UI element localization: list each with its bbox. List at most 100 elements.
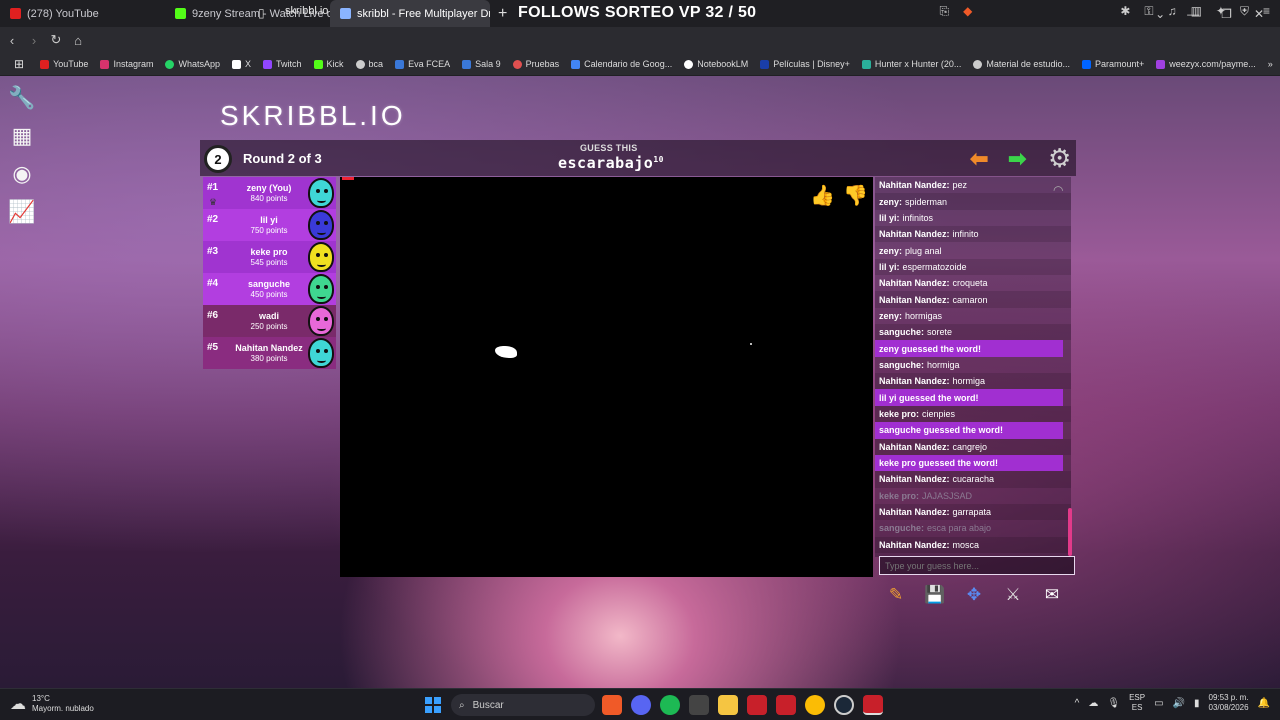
menu-icon[interactable]: ≡ (1263, 4, 1270, 19)
notification-icon[interactable]: 🔔 (1258, 698, 1270, 709)
skribbl-logo: SKRIBBL.IO (220, 100, 406, 131)
music-icon[interactable]: ♫ (1168, 4, 1177, 19)
bookmark-instagram[interactable]: Instagram (94, 59, 159, 69)
swords-icon[interactable]: ⚔ (1002, 584, 1024, 606)
weather-widget[interactable]: ☁ 13°C Mayorm. nublado (10, 694, 94, 714)
chat-message: zeny: hormigas (875, 308, 1071, 324)
avatar-customize-icon[interactable]: ▦ (8, 122, 36, 150)
chevron-up-icon[interactable]: ^ (1075, 698, 1080, 709)
translate-icon[interactable]: ⎘ (940, 4, 950, 19)
bookmark-material[interactable]: Material de estudio... (967, 59, 1076, 69)
url-field[interactable]: skribbl.io (285, 5, 328, 17)
brave-shield-icon[interactable]: ◆ (963, 4, 972, 19)
back-icon[interactable]: ‹ (2, 33, 22, 48)
mail-icon[interactable]: ✉ (1041, 584, 1063, 606)
chat-text: mosca (952, 539, 980, 550)
chat-message: Nahitan Nandez: cucaracha (875, 471, 1071, 488)
reload-icon[interactable]: ↻ (46, 32, 66, 48)
chrome-app-icon[interactable] (805, 695, 825, 715)
chat-text: cangrejo (952, 441, 988, 452)
bookmark-whatsapp[interactable]: WhatsApp (159, 59, 226, 69)
mic-icon[interactable]: 🎙 (1107, 698, 1120, 709)
volume-icon[interactable]: 🔊 (1173, 698, 1185, 709)
start-button[interactable] (425, 697, 441, 713)
player-row[interactable]: #6 wadi 250 points (203, 305, 336, 337)
bookmark-pruebas[interactable]: Pruebas (507, 59, 566, 69)
chat-message: sanguche guessed the word! (875, 422, 1063, 439)
home-icon[interactable]: ⌂ (68, 33, 88, 48)
language-indicator[interactable]: ESP ES (1129, 693, 1145, 713)
bookmark-icon[interactable]: ▯ (258, 6, 265, 20)
player-row[interactable]: #1 zeny (You) 840 points ♛ (203, 177, 336, 209)
app-red2-icon[interactable] (776, 695, 796, 715)
more-bookmarks-icon[interactable]: » (1262, 59, 1280, 69)
app-obs-icon[interactable] (863, 695, 883, 715)
epic-app-icon[interactable] (689, 695, 709, 715)
apps-icon[interactable]: ⊞ (8, 57, 34, 71)
bookmark-eva-fcea[interactable]: Eva FCEA (389, 59, 456, 69)
eye-icon[interactable]: ◉ (8, 160, 36, 188)
steam-app-icon[interactable] (834, 695, 854, 715)
forward-icon[interactable]: › (24, 33, 44, 48)
battery-icon[interactable]: ▮ (1194, 698, 1200, 709)
bookmark-notebooklm[interactable]: NotebookLM (678, 59, 754, 69)
monitor-icon[interactable]: ▭ (1154, 698, 1163, 709)
chat-username: Nahitan Nandez: (879, 278, 950, 289)
thumbs-down-icon[interactable]: 👎 (843, 183, 868, 208)
wrench-icon[interactable]: 🔧 (8, 84, 36, 112)
player-row[interactable]: #5 Nahitan Nandez 380 points (203, 337, 336, 369)
discord-app-icon[interactable] (631, 695, 651, 715)
bookmark-x[interactable]: X (226, 59, 257, 69)
gear-icon[interactable]: ⚙ (1048, 143, 1071, 174)
tools-icon[interactable]: ✥ (963, 584, 985, 606)
spotify-app-icon[interactable] (660, 695, 680, 715)
tab-youtube[interactable]: (278) YouTube (0, 0, 165, 27)
chat-message: sanguche: esca para abajo (875, 520, 1071, 536)
bookmark-sala9[interactable]: Sala 9 (456, 59, 507, 69)
player-list: #1 zeny (You) 840 points ♛ #2 lil yi 750… (203, 177, 336, 369)
player-row[interactable]: #4 sanguche 450 points (203, 273, 336, 305)
taskbar-search[interactable]: ⌕ Buscar (451, 694, 595, 716)
vpn-icon[interactable]: ⛨ (1240, 4, 1249, 19)
pencil-icon[interactable]: ✎ (885, 584, 907, 606)
leo-icon[interactable]: ✦ (1216, 4, 1226, 19)
chat-text: cienpies (922, 408, 956, 419)
chat-text: hormigas (905, 310, 943, 321)
clock-widget[interactable]: 09:53 p. m. 03/08/2026 (1209, 693, 1249, 713)
chat-text: sanguche guessed the word! (879, 425, 1004, 436)
arrow-left-icon[interactable]: ⬅ (970, 146, 988, 172)
bookmark-hunter[interactable]: Hunter x Hunter (20... (856, 59, 968, 69)
bookmark-bca[interactable]: bca (350, 59, 390, 69)
bookmark-youtube[interactable]: YouTube (34, 59, 94, 69)
extensions-area: ⎘ ◆ ✱ ⚿ ♫ ▥ ✦ ⛨ ≡ (940, 4, 1270, 19)
chat-username: sanguche: (879, 359, 925, 370)
bookmark-twitch[interactable]: Twitch (257, 59, 308, 69)
explorer-app-icon[interactable] (718, 695, 738, 715)
player-row[interactable]: #3 keke pro 545 points (203, 241, 336, 273)
word-text: escarabajo (558, 154, 654, 172)
drawing-canvas[interactable] (340, 177, 873, 577)
chat-scrollbar[interactable] (1068, 508, 1072, 556)
arrow-right-icon[interactable]: ➡ (1008, 146, 1026, 172)
bookmark-paramount[interactable]: Paramount+ (1076, 59, 1150, 69)
key-icon[interactable]: ⚿ (1144, 4, 1153, 19)
new-tab-button[interactable]: + (490, 5, 515, 23)
guess-input[interactable] (879, 556, 1075, 575)
pruebas-icon (512, 59, 522, 69)
app-red-icon[interactable] (747, 695, 767, 715)
bookmark-calendar[interactable]: Calendario de Goog... (565, 59, 678, 69)
bookmark-kick[interactable]: Kick (308, 59, 350, 69)
onedrive-icon[interactable]: ☁ (1088, 698, 1098, 709)
player-row[interactable]: #2 lil yi 750 points (203, 209, 336, 241)
save-icon[interactable]: 💾 (924, 584, 946, 606)
sidebar-icon[interactable]: ▥ (1191, 4, 1202, 19)
bookmark-disney[interactable]: Películas | Disney+ (754, 59, 856, 69)
chart-icon[interactable]: 📈 (8, 198, 36, 226)
brave-app-icon[interactable] (602, 695, 622, 715)
extensions-icon[interactable]: ✱ (1120, 4, 1130, 19)
chat-message: lil yi guessed the word! (875, 389, 1063, 406)
thumbs-up-icon[interactable]: 👍 (810, 183, 835, 208)
tab-skribbl[interactable]: skribbl - Free Multiplayer Dra✕ (330, 0, 490, 27)
bookmark-weezyx[interactable]: weezyx.com/payme... (1150, 59, 1262, 69)
chat-message: lil yi: espermatozoide (875, 258, 1071, 276)
